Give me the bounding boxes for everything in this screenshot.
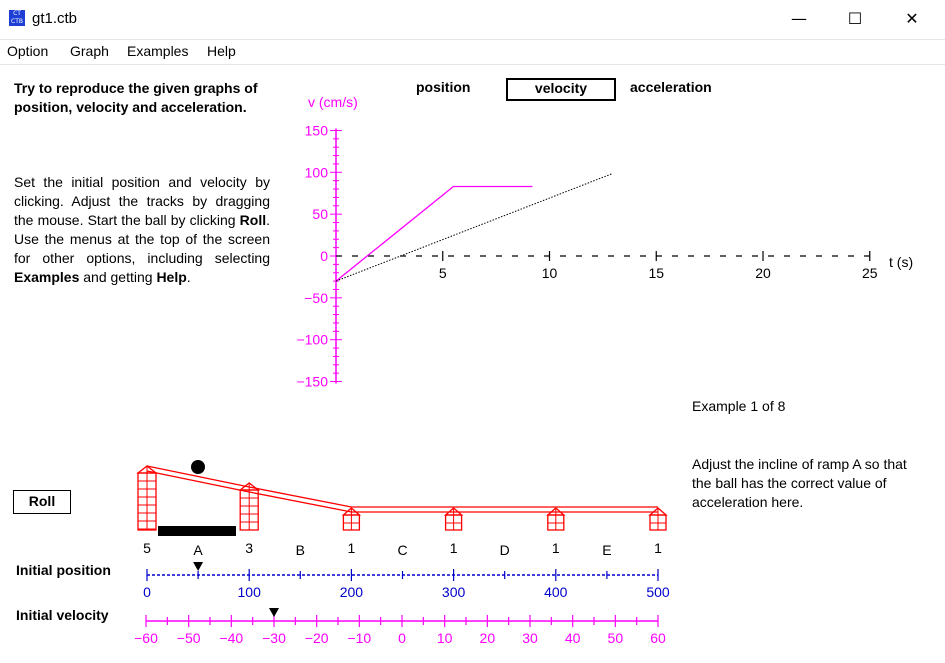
segment-label: A xyxy=(193,542,203,558)
track-area[interactable]: 5 3 1 1 1 1A B C D EInitial position0 100 200 300 400… xyxy=(0,0,945,663)
post-height-label: 5 xyxy=(143,540,151,556)
track-segment xyxy=(146,470,250,493)
ramp-a-marker xyxy=(158,526,236,536)
velocity-tick-label: −50 xyxy=(177,630,201,646)
velocity-tick-label: 0 xyxy=(398,630,406,646)
position-marker xyxy=(193,562,204,571)
velocity-tick-label: −60 xyxy=(134,630,158,646)
post-height-label: 3 xyxy=(245,540,253,556)
track-post xyxy=(443,507,464,531)
velocity-tick-label: 10 xyxy=(437,630,453,646)
velocity-tick-label: −20 xyxy=(305,630,329,646)
track-post xyxy=(136,465,158,531)
position-tick-label: 100 xyxy=(238,584,262,600)
velocity-tick-label: −10 xyxy=(347,630,371,646)
track-segment xyxy=(249,491,352,513)
velocity-tick-label: 40 xyxy=(565,630,581,646)
segment-label: D xyxy=(500,542,510,558)
velocity-tick-label: 30 xyxy=(522,630,538,646)
position-tick-label: 300 xyxy=(442,584,466,600)
segment-label: B xyxy=(296,542,305,558)
post-height-label: 1 xyxy=(450,540,458,556)
ball xyxy=(191,460,205,474)
track-post xyxy=(238,482,261,531)
position-tick-label: 0 xyxy=(143,584,151,600)
segment-label: E xyxy=(602,542,611,558)
velocity-tick-label: 60 xyxy=(650,630,666,646)
post-height-label: 1 xyxy=(654,540,662,556)
position-tick-label: 400 xyxy=(544,584,568,600)
velocity-tick-label: −30 xyxy=(262,630,286,646)
segment-label: C xyxy=(397,542,407,558)
position-tick-label: 500 xyxy=(646,584,670,600)
post-height-label: 1 xyxy=(552,540,560,556)
velocity-tick-label: 20 xyxy=(480,630,496,646)
initial-velocity-label: Initial velocity xyxy=(16,607,109,623)
velocity-tick-label: −40 xyxy=(219,630,243,646)
track-post xyxy=(648,507,668,531)
velocity-tick-label: 50 xyxy=(608,630,624,646)
position-tick-label: 200 xyxy=(340,584,364,600)
track-segment xyxy=(249,486,352,508)
initial-position-label: Initial position xyxy=(16,562,111,578)
velocity-marker xyxy=(269,608,279,617)
post-height-label: 1 xyxy=(348,540,356,556)
track-post xyxy=(546,507,566,531)
